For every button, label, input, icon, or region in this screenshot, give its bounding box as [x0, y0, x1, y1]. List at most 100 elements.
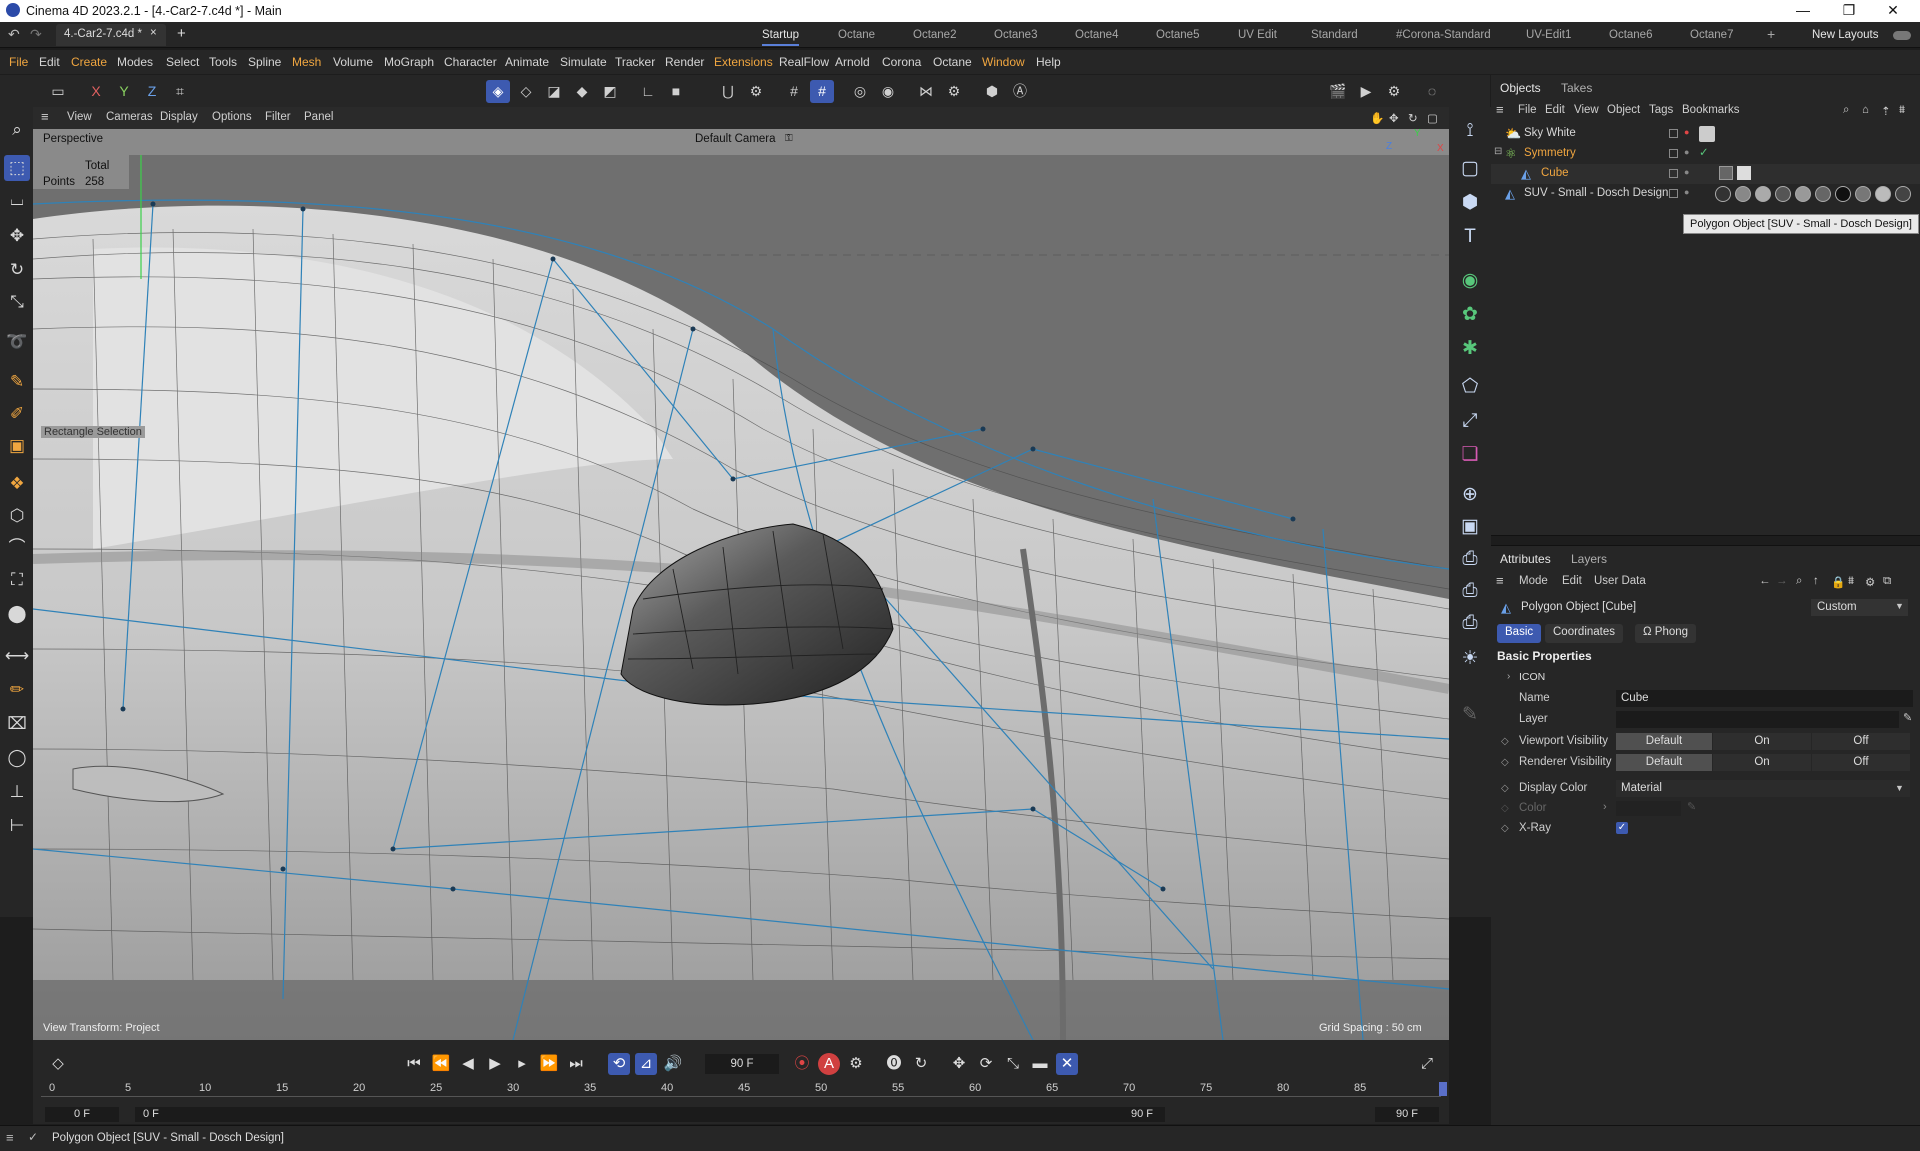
menu-window[interactable]: Window	[982, 55, 1025, 69]
tab-objects[interactable]: Objects	[1500, 81, 1541, 95]
keyframe-diamond-icon[interactable]: ◇	[1501, 757, 1509, 768]
spline-icon[interactable]: ⤢	[1456, 407, 1484, 435]
live-viewer-icon[interactable]: ◌	[1420, 80, 1444, 103]
uv-mode-icon[interactable]: ◩	[598, 80, 622, 103]
key-move-icon[interactable]: ✥	[948, 1053, 970, 1075]
menu-octane[interactable]: Octane	[933, 55, 972, 69]
deformer-icon[interactable]: ⬡	[4, 503, 30, 529]
viewport-menu-display[interactable]: Display	[160, 111, 198, 123]
objects-menu-view[interactable]: View	[1574, 104, 1599, 116]
layout-tab-octane[interactable]: Octane	[838, 29, 875, 41]
render-view-icon[interactable]: ◎	[848, 80, 872, 103]
document-tab[interactable]: 4.-Car2-7.c4d * ×	[56, 24, 166, 46]
play-icon[interactable]: ▶	[484, 1053, 506, 1075]
point-mode-icon[interactable]: ◇	[514, 80, 538, 103]
attributes-filter-icon[interactable]: ⩩	[1848, 575, 1854, 588]
camera-lock-icon[interactable]: ⚿	[785, 133, 793, 144]
object-row-cube[interactable]: ◭ Cube ●	[1491, 164, 1920, 184]
viewport-vis-default[interactable]: Default	[1616, 733, 1712, 750]
light-icon[interactable]: ◯	[4, 745, 30, 771]
color-picker-icon[interactable]: ✎	[1687, 800, 1696, 813]
attributes-menu-user-data[interactable]: User Data	[1594, 575, 1646, 587]
max-frame-field[interactable]: 90 F	[1375, 1107, 1439, 1122]
effector-icon[interactable]: ✱	[1456, 335, 1484, 363]
coordinate-system-icon[interactable]: ⌗	[168, 80, 192, 103]
tab-attributes[interactable]: Attributes	[1500, 552, 1551, 566]
preset-dropdown[interactable]: Custom	[1811, 599, 1908, 616]
camera-object-icon[interactable]: ▣	[1456, 513, 1484, 541]
add-tab-icon[interactable]: +	[177, 25, 186, 42]
sculpt-icon[interactable]: ⌧	[4, 711, 30, 737]
viewport-hamburger-icon[interactable]: ≡	[41, 109, 49, 124]
layout-toggle[interactable]	[1893, 31, 1911, 40]
layout-tab-standard[interactable]: Standard	[1311, 29, 1358, 41]
next-key-icon[interactable]: ⏩	[538, 1053, 560, 1075]
preview-range-bar[interactable]	[135, 1107, 1165, 1122]
objects-hamburger-icon[interactable]: ≡	[1496, 102, 1504, 117]
solo-mode-icon[interactable]: ■	[664, 80, 688, 103]
layout-tab-octane2[interactable]: Octane2	[913, 29, 956, 41]
volume-icon[interactable]: ❏	[1456, 441, 1484, 469]
attributes-settings-icon[interactable]: ⚙	[1865, 575, 1875, 589]
brush-icon[interactable]: ✐	[4, 401, 30, 427]
layout-tab-octane5[interactable]: Octane5	[1156, 29, 1199, 41]
command-palette-icon[interactable]: ▭	[46, 80, 70, 103]
redo-icon[interactable]: ↷	[30, 26, 42, 43]
render-dot-icon[interactable]: ●	[1684, 187, 1689, 197]
attributes-menu-edit[interactable]: Edit	[1562, 575, 1582, 587]
lock-x-axis-button[interactable]: X	[84, 80, 108, 103]
deformer-tag-icon[interactable]: ⬠	[1456, 373, 1484, 401]
camera-icon[interactable]: ⬤	[4, 601, 30, 627]
generator-icon[interactable]: ❖	[4, 471, 30, 497]
icon-group-label[interactable]: ICON	[1519, 671, 1545, 683]
menu-render[interactable]: Render	[665, 55, 704, 69]
attributes-new-window-icon[interactable]: ⧉	[1883, 575, 1891, 588]
menu-realflow[interactable]: RealFlow	[779, 55, 829, 69]
render-dot-icon[interactable]: ●	[1684, 127, 1689, 137]
minimize-button[interactable]: —	[1783, 2, 1823, 20]
menu-modes[interactable]: Modes	[117, 55, 153, 69]
object-row-sky-white[interactable]: ⛅ Sky White ●	[1491, 124, 1920, 144]
color-swatch[interactable]	[1616, 801, 1681, 816]
bend-icon[interactable]: ⌒	[4, 535, 30, 561]
menu-character[interactable]: Character	[444, 55, 497, 69]
back-arrow-icon[interactable]: ←	[1759, 575, 1771, 587]
chevron-right-icon[interactable]: ›	[1603, 801, 1607, 813]
objects-menu-tags[interactable]: Tags	[1649, 104, 1673, 116]
layout-tab-startup[interactable]: Startup	[762, 29, 800, 46]
keyframe-settings-icon[interactable]: ⚙	[845, 1053, 867, 1075]
menu-volume[interactable]: Volume	[333, 55, 373, 69]
search-icon[interactable]: ⌕	[4, 117, 30, 143]
move-view-icon[interactable]: ✥	[1389, 111, 1399, 125]
viewport-menu-view[interactable]: View	[67, 111, 92, 123]
menu-help[interactable]: Help	[1036, 55, 1061, 69]
key-rotation-icon[interactable]: ↻	[910, 1053, 932, 1075]
pen-tool-icon[interactable]: ✎	[4, 369, 30, 395]
lock-z-axis-button[interactable]: Z	[140, 80, 164, 103]
autokey-icon[interactable]: A	[818, 1053, 840, 1075]
edge-mode-icon[interactable]: ◪	[542, 80, 566, 103]
layout-tab-uv-edit1[interactable]: UV-Edit1	[1526, 29, 1571, 41]
lasso-icon[interactable]: ➰	[4, 329, 30, 355]
stage-icon[interactable]: ⎙	[1456, 577, 1484, 605]
key-pla-icon[interactable]: ✕	[1056, 1053, 1078, 1075]
motion-camera-icon[interactable]: ⎙	[1456, 609, 1484, 637]
go-to-end-icon[interactable]: ⏭	[565, 1053, 587, 1075]
menu-simulate[interactable]: Simulate	[560, 55, 607, 69]
attributes-lock-icon[interactable]: 🔒	[1831, 575, 1845, 589]
close-tab-icon[interactable]: ×	[150, 27, 157, 39]
environment-icon[interactable]: ⊕	[1456, 481, 1484, 509]
current-frame-field[interactable]: 90 F	[705, 1054, 779, 1074]
selection-tool-icon[interactable]: ⬚	[4, 155, 30, 181]
object-row-symmetry[interactable]: ⊟ ⚛ Symmetry ● ✓	[1491, 144, 1920, 164]
field-icon[interactable]: ⛶	[4, 567, 30, 593]
render-settings-icon[interactable]: ⚙	[1382, 80, 1406, 103]
enabled-check-icon[interactable]: ✓	[1699, 145, 1709, 159]
menu-tracker[interactable]: Tracker	[615, 55, 655, 69]
menu-spline[interactable]: Spline	[248, 55, 281, 69]
attributes-search-icon[interactable]: ⌕	[1796, 575, 1802, 588]
visibility-toggle[interactable]	[1669, 129, 1678, 138]
add-layout-icon[interactable]: +	[1767, 26, 1775, 42]
menu-create[interactable]: Create	[71, 55, 107, 69]
tab-takes[interactable]: Takes	[1561, 81, 1592, 95]
